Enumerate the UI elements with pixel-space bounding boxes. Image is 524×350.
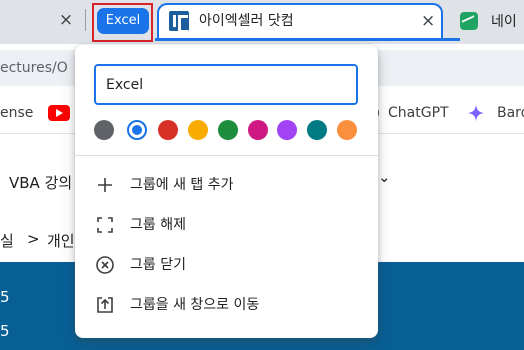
menu-close-group[interactable]: 그룹 닫기 — [75, 245, 378, 285]
color-swatch-purple[interactable] — [277, 120, 297, 140]
active-tab-title: 아이엑셀러 닷컴 — [199, 13, 294, 29]
color-swatch-green[interactable] — [218, 120, 238, 140]
color-swatch-yellow[interactable] — [188, 120, 208, 140]
tab-group-chip[interactable]: Excel — [97, 8, 149, 34]
breadcrumb-item-left[interactable]: 실 — [0, 230, 14, 251]
tab-strip: × Excel 아이엑셀러 닷컴 × 네이 — [0, 0, 524, 44]
menu-item-label: 그룹을 새 창으로 이동 — [130, 297, 260, 313]
youtube-icon[interactable] — [48, 105, 70, 121]
tab-separator — [85, 9, 86, 31]
menu-item-label: 그룹에 새 탭 추가 — [130, 177, 234, 193]
chart-favicon-icon — [460, 12, 478, 30]
active-tab[interactable]: 아이엑셀러 닷컴 × — [157, 3, 443, 40]
color-swatch-grey[interactable] — [94, 120, 114, 140]
bookmark-partial[interactable]: ense — [0, 104, 33, 122]
breadcrumb-item[interactable]: 개인 — [47, 230, 75, 251]
menu-item-label: 그룹 해제 — [130, 217, 186, 233]
menu-add-tab-to-group[interactable]: 그룹에 새 탭 추가 — [75, 165, 378, 205]
band-number: 5 — [0, 322, 10, 340]
tab-group-editor-popup: 그룹에 새 탭 추가 그룹 해제 그룹 닫기 그룹을 새 창으로 이동 — [75, 45, 378, 338]
next-tab[interactable]: 네이 — [460, 9, 524, 33]
color-swatch-red[interactable] — [158, 120, 178, 140]
active-tab-close-icon[interactable]: × — [421, 11, 435, 31]
bard-sparkle-icon — [467, 104, 485, 122]
group-name-input[interactable] — [94, 64, 358, 105]
close-circle-icon — [96, 256, 114, 274]
plus-icon — [98, 178, 112, 192]
menu-divider — [75, 155, 378, 156]
bookmark-chatgpt[interactable]: ChatGPT — [388, 104, 449, 122]
ungroup-icon — [97, 217, 113, 233]
color-swatch-blue[interactable] — [127, 120, 147, 140]
breadcrumb-separator: > — [27, 230, 40, 248]
bookmark-bard[interactable]: Bard — [497, 104, 524, 122]
color-swatch-pink[interactable] — [248, 120, 268, 140]
open-in-new-window-icon — [97, 297, 113, 313]
chevron-down-icon[interactable]: ⌄ — [378, 168, 391, 186]
nav-menu-vba[interactable]: VBA 강의 — [9, 172, 72, 193]
prev-tab-close-icon[interactable]: × — [58, 10, 74, 30]
url-text[interactable]: ectures/O — [0, 58, 68, 78]
menu-item-label: 그룹 닫기 — [130, 257, 186, 273]
band-number: 5 — [0, 288, 10, 306]
color-swatch-cyan[interactable] — [307, 120, 327, 140]
site-favicon-icon — [169, 11, 189, 33]
color-swatch-orange[interactable] — [337, 120, 357, 140]
next-tab-title: 네이 — [491, 14, 517, 30]
menu-move-group-new-window[interactable]: 그룹을 새 창으로 이동 — [75, 285, 378, 325]
tab-group-underline — [155, 38, 460, 41]
menu-ungroup[interactable]: 그룹 해제 — [75, 205, 378, 245]
